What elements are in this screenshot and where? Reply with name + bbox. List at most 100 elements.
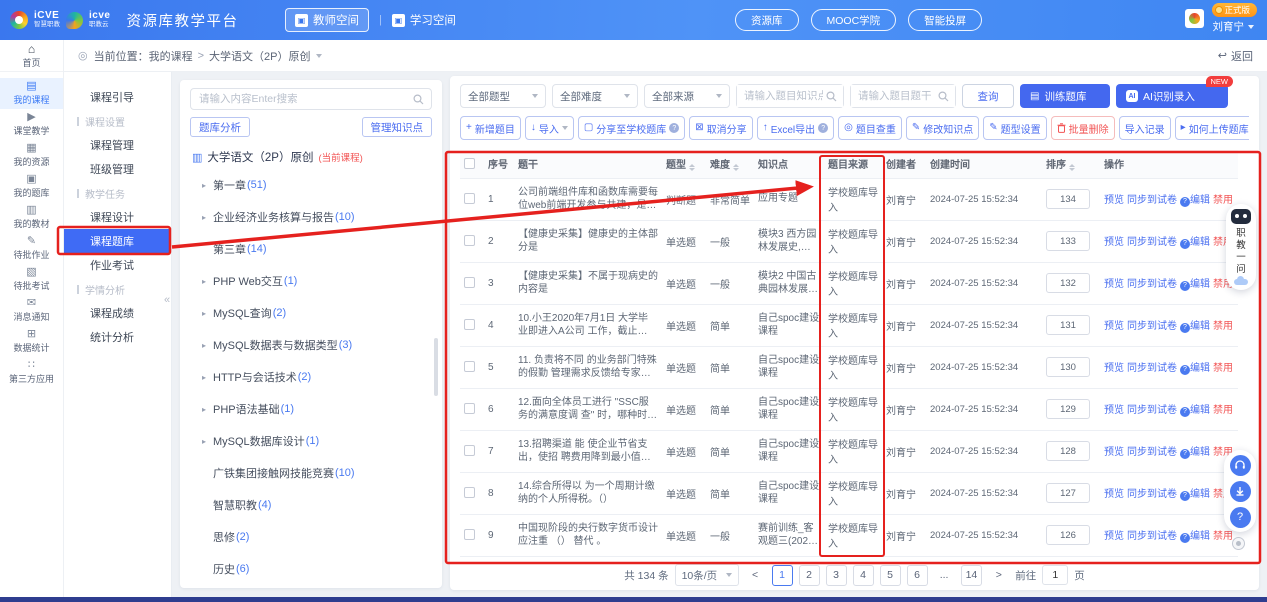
- menu-item-class-management[interactable]: 班级管理: [64, 157, 171, 181]
- menu-item-course-guide[interactable]: 课程引导: [64, 85, 171, 109]
- tree-node[interactable]: ▸MySQL查询(2): [190, 297, 432, 329]
- tree-node[interactable]: ▸PHP Web交互(1): [190, 265, 432, 297]
- row-checkbox[interactable]: [464, 529, 475, 540]
- tree-node[interactable]: ▸PHP语法基础(1): [190, 393, 432, 425]
- share-to-school-bank-button[interactable]: ▢分享至学校题库?: [578, 116, 685, 140]
- sync-to-paper-link[interactable]: 同步到试卷: [1127, 363, 1177, 374]
- tree-node[interactable]: ▸第一章(51): [190, 169, 432, 201]
- app-shortcut-icon[interactable]: [1185, 9, 1204, 28]
- import-record-button[interactable]: 导入记录: [1119, 116, 1171, 140]
- sort-icon[interactable]: [733, 164, 739, 171]
- row-checkbox[interactable]: [464, 319, 475, 330]
- import-button[interactable]: ↓导入: [525, 116, 574, 140]
- customer-service-button[interactable]: [1230, 455, 1251, 476]
- page-button-3[interactable]: 3: [826, 565, 847, 586]
- ai-assistant-widget[interactable]: 职教一问: [1226, 204, 1256, 290]
- page-button-5[interactable]: 5: [880, 565, 901, 586]
- help-icon[interactable]: ?: [1180, 281, 1190, 291]
- add-question-button[interactable]: +新增题目: [460, 116, 521, 140]
- preview-link[interactable]: 预览: [1104, 237, 1124, 248]
- preview-link[interactable]: 预览: [1104, 447, 1124, 458]
- nav-learning-space[interactable]: ▣学习空间: [392, 12, 456, 28]
- order-input[interactable]: 128: [1046, 441, 1090, 461]
- menu-item-course-design[interactable]: 课程设计: [64, 205, 171, 229]
- disable-link[interactable]: 禁用: [1213, 195, 1233, 206]
- cancel-share-button[interactable]: ⊠取消分享: [689, 116, 752, 140]
- preview-link[interactable]: 预览: [1104, 531, 1124, 542]
- select-all-checkbox[interactable]: [464, 158, 475, 169]
- tree-node[interactable]: 广铁集团接触网技能竞赛(10): [190, 457, 432, 489]
- user-menu[interactable]: 刘育宁: [1212, 19, 1254, 34]
- tree-node[interactable]: ▸MySQL数据库设计(1): [190, 425, 432, 457]
- rail-item-notifications[interactable]: ✉消息通知: [0, 295, 63, 326]
- order-input[interactable]: 134: [1046, 189, 1090, 209]
- question-type-setting-button[interactable]: ✎题型设置: [983, 116, 1046, 140]
- sync-to-paper-link[interactable]: 同步到试卷: [1127, 195, 1177, 206]
- manage-knowledge-button[interactable]: 管理知识点: [362, 117, 433, 137]
- help-icon[interactable]: ?: [1180, 449, 1190, 459]
- tree-root-course[interactable]: ▥ 大学语文（2P）原创 (当前课程): [190, 149, 432, 165]
- rail-item-my-courses[interactable]: ▤我的课程: [0, 78, 63, 109]
- train-bank-button[interactable]: ▤训练题库: [1020, 84, 1110, 108]
- help-icon[interactable]: ?: [1180, 323, 1190, 333]
- edit-knowledge-button[interactable]: ✎修改知识点: [906, 116, 979, 140]
- preview-link[interactable]: 预览: [1104, 405, 1124, 416]
- help-icon[interactable]: ?: [818, 123, 828, 133]
- preview-link[interactable]: 预览: [1104, 279, 1124, 290]
- disable-link[interactable]: 禁用: [1213, 321, 1233, 332]
- help-icon[interactable]: ?: [1180, 407, 1190, 417]
- sync-to-paper-link[interactable]: 同步到试卷: [1127, 279, 1177, 290]
- sync-to-paper-link[interactable]: 同步到试卷: [1127, 447, 1177, 458]
- help-icon[interactable]: ?: [1180, 197, 1190, 207]
- row-checkbox[interactable]: [464, 403, 475, 414]
- question-type-select[interactable]: 全部题型: [460, 84, 546, 108]
- tree-node[interactable]: ▸HTTP与会话技术(2): [190, 361, 432, 393]
- preview-link[interactable]: 预览: [1104, 363, 1124, 374]
- row-checkbox[interactable]: [464, 487, 475, 498]
- menu-item-course-management[interactable]: 课程管理: [64, 133, 171, 157]
- breadcrumb-course-dropdown[interactable]: 大学语文（2P）原创: [209, 48, 321, 64]
- edit-link[interactable]: 编辑: [1190, 531, 1210, 542]
- help-icon[interactable]: ?: [1180, 533, 1190, 543]
- query-button[interactable]: 查询: [962, 84, 1014, 108]
- duplicate-check-button[interactable]: ◎题目查重: [838, 116, 902, 140]
- nav-teacher-space[interactable]: ▣教师空间: [285, 8, 369, 32]
- sync-to-paper-link[interactable]: 同步到试卷: [1127, 321, 1177, 332]
- order-input[interactable]: 129: [1046, 399, 1090, 419]
- edit-link[interactable]: 编辑: [1190, 195, 1210, 206]
- sync-to-paper-link[interactable]: 同步到试卷: [1127, 531, 1177, 542]
- tree-node[interactable]: ▸企业经济业务核算与报告(10): [190, 201, 432, 233]
- preview-link[interactable]: 预览: [1104, 489, 1124, 500]
- tree-node[interactable]: 第三章(14): [190, 233, 432, 265]
- top-link-2[interactable]: 智能投屏: [908, 9, 982, 31]
- next-page-button[interactable]: >: [988, 565, 1009, 586]
- row-checkbox[interactable]: [464, 445, 475, 456]
- back-button[interactable]: ↩ 返回: [1218, 48, 1253, 64]
- page-size-select[interactable]: 10条/页: [675, 564, 739, 586]
- top-link-0[interactable]: 资源库: [735, 9, 799, 31]
- page-button-14[interactable]: 14: [961, 565, 983, 586]
- row-checkbox[interactable]: [464, 277, 475, 288]
- tree-node[interactable]: 智慧职教(4): [190, 489, 432, 521]
- how-to-upload-button[interactable]: ▸如何上传题库?: [1175, 116, 1249, 140]
- sort-icon[interactable]: [1069, 164, 1075, 171]
- breadcrumb-my-courses[interactable]: 我的课程: [149, 48, 193, 64]
- edit-link[interactable]: 编辑: [1190, 405, 1210, 416]
- edit-link[interactable]: 编辑: [1190, 237, 1210, 248]
- rail-item-pending-homework[interactable]: ✎待批作业: [0, 233, 63, 264]
- order-input[interactable]: 132: [1046, 273, 1090, 293]
- source-select[interactable]: 全部来源: [644, 84, 730, 108]
- prev-page-button[interactable]: <: [745, 565, 766, 586]
- rail-item-my-resources[interactable]: ▦我的资源: [0, 140, 63, 171]
- help-icon[interactable]: ?: [1180, 365, 1190, 375]
- top-link-1[interactable]: MOOC学院: [811, 9, 897, 31]
- download-button[interactable]: [1230, 481, 1251, 502]
- tree-search-input[interactable]: [191, 89, 431, 109]
- edit-link[interactable]: 编辑: [1190, 447, 1210, 458]
- rail-item-data-statistics[interactable]: ⊞数据统计: [0, 326, 63, 357]
- tree-scrollbar[interactable]: [434, 338, 438, 396]
- page-button-6[interactable]: 6: [907, 565, 928, 586]
- tree-node[interactable]: 历史(6): [190, 553, 432, 585]
- excel-export-button[interactable]: ↑Excel导出?: [757, 116, 834, 140]
- row-checkbox[interactable]: [464, 193, 475, 204]
